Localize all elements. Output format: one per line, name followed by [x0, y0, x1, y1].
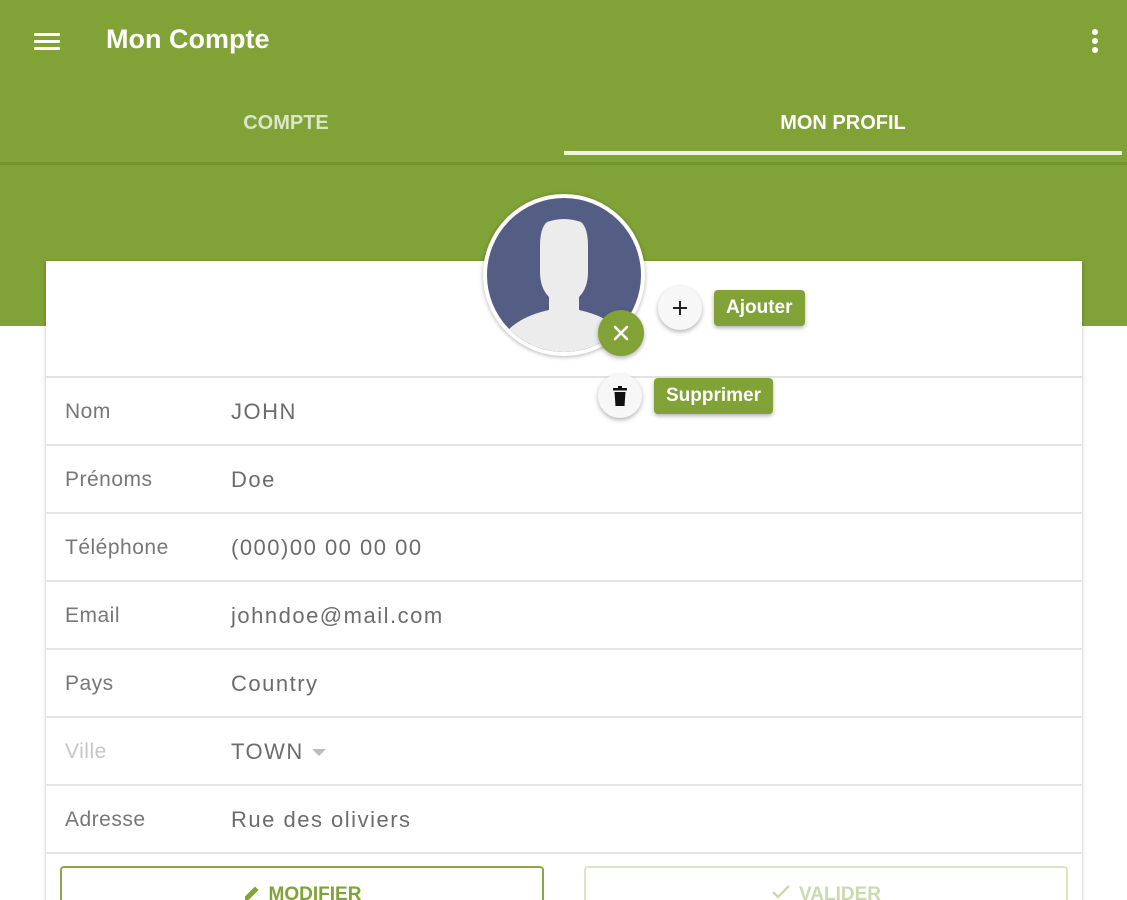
close-fab-button[interactable]	[598, 310, 644, 356]
dropdown-caret-icon[interactable]	[312, 749, 326, 756]
field-row-ville[interactable]: Ville TOWN	[46, 718, 1082, 786]
field-row-email: Email johndoe@mail.com	[46, 582, 1082, 650]
check-icon	[772, 885, 790, 899]
profile-card: Nom JOHN Prénoms Doe Téléphone (000)00 0…	[46, 261, 1082, 900]
field-row-telephone: Téléphone (000)00 00 00 00	[46, 514, 1082, 582]
modifier-button[interactable]: MODIFIER	[60, 866, 544, 900]
trash-icon	[613, 386, 627, 406]
hamburger-menu-icon[interactable]	[30, 27, 66, 57]
field-value: Doe	[231, 467, 276, 492]
field-row-pays: Pays Country	[46, 650, 1082, 718]
ville-select-value[interactable]: TOWN	[231, 739, 304, 765]
page-title: Mon Compte	[106, 24, 270, 54]
active-tab-indicator	[564, 151, 1122, 155]
tabs-divider	[0, 162, 1127, 165]
valider-button[interactable]: VALIDER	[584, 866, 1068, 900]
field-label: Ville	[65, 740, 107, 763]
modifier-label: MODIFIER	[268, 884, 362, 900]
field-value: Rue des oliviers	[231, 807, 412, 832]
plus-icon	[673, 301, 687, 315]
tab-mon-profil[interactable]: MON PROFIL	[564, 92, 1122, 154]
field-value: JOHN	[231, 399, 297, 424]
field-label: Téléphone	[65, 536, 169, 559]
valider-label: VALIDER	[799, 884, 881, 900]
more-vert-icon[interactable]	[1082, 26, 1108, 58]
delete-photo-button[interactable]	[598, 374, 642, 418]
delete-photo-label[interactable]: Supprimer	[654, 378, 774, 414]
field-label: Pays	[65, 672, 114, 695]
close-icon	[613, 325, 629, 341]
tab-compte[interactable]: COMPTE	[8, 92, 564, 154]
field-row-nom: Nom JOHN	[46, 378, 1082, 446]
tab-label: MON PROFIL	[780, 111, 906, 134]
tab-label: COMPTE	[243, 111, 329, 134]
field-label: Nom	[65, 400, 111, 423]
field-label: Adresse	[65, 808, 146, 831]
add-photo-button[interactable]	[658, 286, 702, 330]
field-label: Email	[65, 604, 121, 627]
field-label: Prénoms	[65, 468, 153, 491]
field-value: johndoe@mail.com	[231, 603, 444, 628]
pencil-icon	[244, 886, 259, 900]
field-row-adresse: Adresse Rue des oliviers	[46, 786, 1082, 854]
add-photo-label[interactable]: Ajouter	[714, 290, 805, 326]
field-value: Country	[231, 671, 319, 696]
field-row-prenoms: Prénoms Doe	[46, 446, 1082, 514]
field-value: (000)00 00 00 00	[231, 535, 423, 560]
